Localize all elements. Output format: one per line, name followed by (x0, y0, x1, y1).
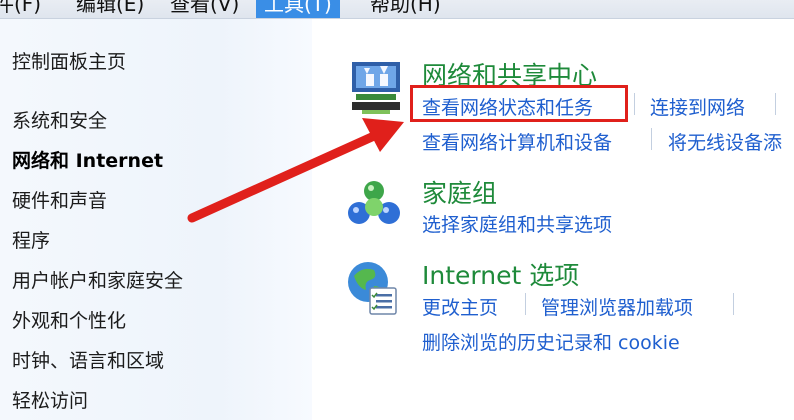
annotation-arrow-icon (187, 118, 404, 223)
